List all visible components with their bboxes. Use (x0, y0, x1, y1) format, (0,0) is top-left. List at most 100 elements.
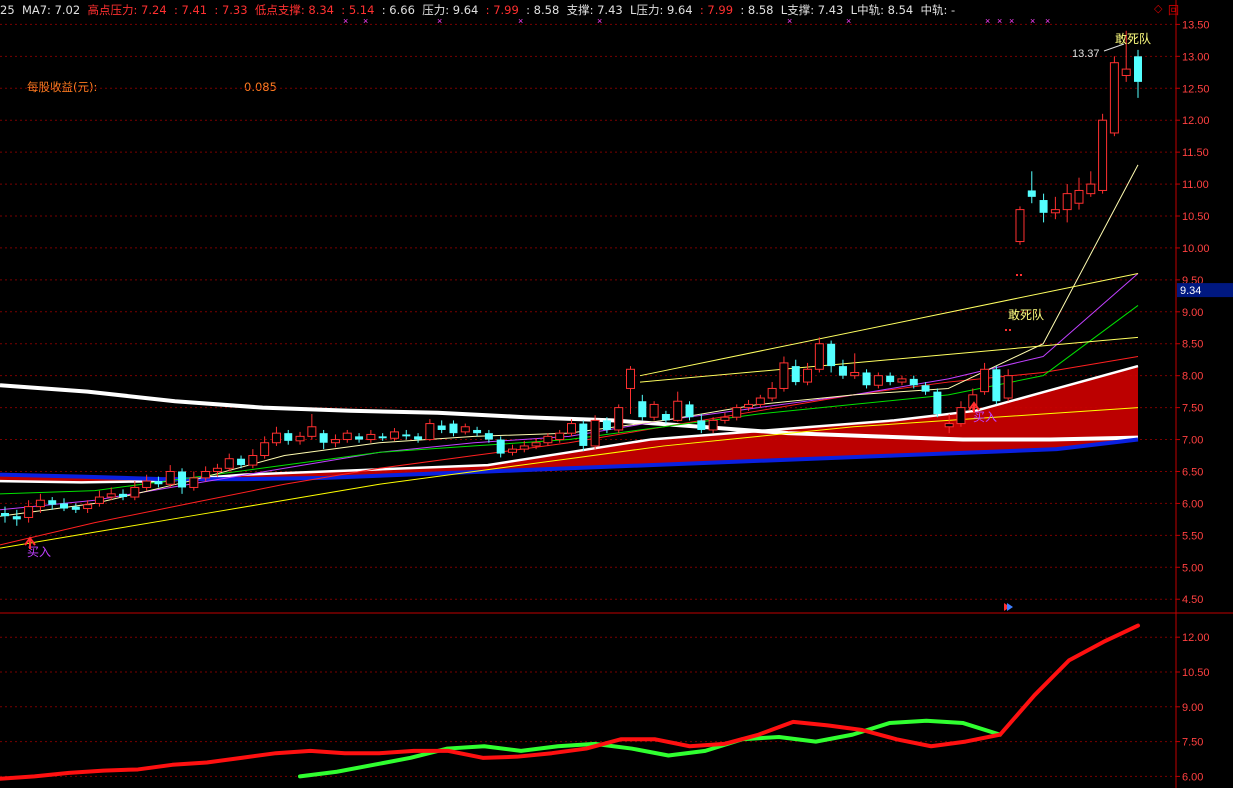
candle-body (602, 420, 611, 430)
candle-5 (60, 498, 69, 512)
candle-31 (366, 429, 376, 443)
candle-body (319, 433, 328, 443)
candle-body (838, 366, 847, 376)
candle-body (638, 401, 647, 418)
candle-body (543, 435, 553, 444)
candle-8 (94, 490, 104, 507)
series-line-9 (639, 336, 1139, 383)
candle-7 (83, 500, 93, 513)
candle-33 (389, 428, 399, 441)
y-tick-label-4: 6.50 (1182, 466, 1203, 478)
candle-34 (402, 429, 411, 440)
candle-52 (614, 404, 624, 434)
signal-x-marker: × (1030, 16, 1035, 26)
y-tick-label-11: 10.00 (1182, 243, 1210, 255)
candle-69 (814, 337, 824, 373)
candle-24 (284, 429, 293, 445)
candle-body (531, 442, 541, 447)
candle-body (1050, 209, 1060, 214)
candle-body (1121, 68, 1131, 76)
candle-body (212, 467, 222, 472)
candle-23 (271, 426, 281, 446)
candle-body (803, 368, 813, 383)
y-tick-label-14: 11.50 (1182, 147, 1209, 159)
signal-x-marker: × (985, 16, 990, 26)
candle-21 (248, 449, 258, 469)
candle-body (437, 425, 446, 430)
candle-56 (661, 410, 670, 424)
candle-85 (1003, 369, 1013, 402)
candle-body (1015, 209, 1025, 243)
candle-body (555, 432, 565, 441)
signal-x-marker: × (518, 16, 523, 26)
candlestick-chart: 买入买入敢死队敢死队13.37× × × × × × × × × × × × 4.505.005.50… (0, 0, 1233, 788)
y-tick-label-1: 5.00 (1182, 562, 1203, 574)
candle-42 (496, 436, 505, 458)
candle-body (178, 471, 187, 488)
candle-88 (1039, 193, 1048, 223)
candle-40 (473, 426, 482, 437)
candle-19 (224, 453, 234, 472)
y-tick-label-0: 4.50 (1182, 594, 1203, 606)
candle-body (1086, 183, 1096, 195)
candle-body (897, 378, 907, 383)
candle-26 (307, 414, 317, 440)
candle-body (355, 436, 364, 440)
candle-46 (543, 433, 553, 446)
candle-body (873, 375, 883, 386)
sub-series-line-1 (0, 623, 1140, 781)
candle-body (567, 423, 576, 434)
candle-body (850, 371, 860, 377)
signal-x-marker: × (997, 16, 1002, 26)
candle-body (720, 416, 730, 421)
candle-86 (1015, 206, 1025, 245)
candle-81 (956, 401, 966, 427)
candle-70 (827, 340, 836, 373)
candle-body (862, 372, 871, 386)
candle-body (933, 391, 942, 414)
candle-body (791, 366, 800, 383)
candle-body (519, 445, 529, 450)
candle-66 (779, 356, 789, 392)
candle-body (284, 433, 293, 441)
candle-78 (921, 382, 930, 395)
candle-body (307, 426, 317, 437)
candle-83 (980, 362, 990, 395)
candle-body (48, 500, 57, 505)
sub-y-tick-label-2: 9.00 (1182, 702, 1203, 714)
candle-body (1062, 193, 1072, 211)
candle-38 (449, 420, 458, 437)
signal-x-marker: × (597, 16, 602, 26)
y-tick-label-16: 12.50 (1182, 83, 1210, 95)
candle-body (165, 470, 175, 485)
candle-39 (460, 423, 470, 435)
candle-body (779, 362, 789, 389)
candle-41 (484, 429, 493, 443)
candle-87 (1027, 171, 1036, 204)
candle-body (449, 423, 458, 434)
candle-4 (48, 497, 57, 510)
signal-x-marker: × (437, 16, 442, 26)
candle-body (708, 419, 718, 431)
candle-body (154, 481, 163, 485)
candle-16 (189, 471, 199, 491)
y-tick-label-8: 8.50 (1182, 339, 1203, 351)
candle-body (473, 429, 482, 434)
candle-93 (1098, 113, 1108, 194)
candle-74 (873, 372, 883, 389)
candle-body (35, 499, 45, 508)
candle-75 (886, 372, 895, 386)
candle-body (732, 407, 742, 418)
candle-6 (71, 503, 80, 513)
candle-15 (178, 468, 187, 494)
candle-body (649, 403, 659, 418)
candle-55 (649, 401, 659, 421)
y-tick-label-9: 9.00 (1182, 307, 1203, 319)
candle-96 (1134, 49, 1142, 98)
candle-body (697, 420, 706, 430)
candle-body (886, 375, 895, 383)
candle-body (130, 486, 140, 498)
candle-body (814, 343, 824, 370)
candle-body (1027, 190, 1036, 197)
candle-11 (130, 481, 140, 501)
